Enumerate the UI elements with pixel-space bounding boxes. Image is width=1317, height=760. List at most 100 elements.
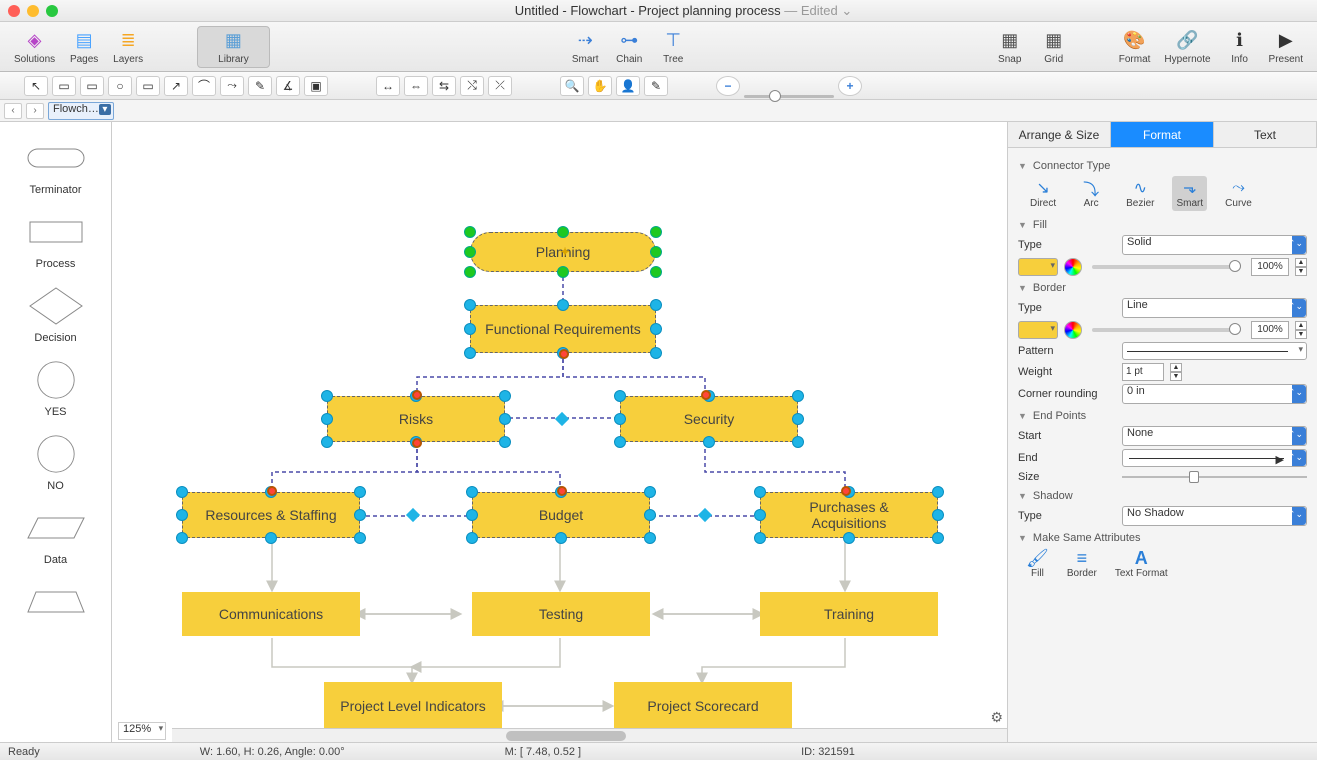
fill-opacity-stepper[interactable]: ▲▼ — [1295, 258, 1307, 276]
chain-button[interactable]: ⊶Chain — [608, 27, 650, 67]
tab-format[interactable]: Format — [1111, 122, 1214, 147]
fill-type-label: Type — [1018, 239, 1116, 251]
fill-header[interactable]: Fill — [1018, 219, 1307, 231]
arc-tool[interactable]: ⌒ — [192, 76, 216, 96]
fill-type-select[interactable]: Solid⌃⌄ — [1122, 235, 1307, 255]
canvas[interactable]: Planning ✦ Functional Requirements Risks… — [112, 122, 1007, 742]
present-button[interactable]: ▶Present — [1263, 27, 1309, 67]
border-type-select[interactable]: Line⌃⌄ — [1122, 298, 1307, 318]
shape-decision[interactable]: Decision — [0, 286, 111, 344]
zoom-select[interactable]: 125% — [118, 722, 166, 740]
same-text-format-button[interactable]: AText Format — [1115, 548, 1168, 579]
zoom-tool[interactable]: 🔍 — [560, 76, 584, 96]
close-icon[interactable] — [8, 5, 20, 17]
zoom-out-button[interactable]: − — [716, 76, 740, 96]
layers-button[interactable]: ≣Layers — [107, 27, 149, 67]
bezier-icon: ∿ — [1127, 178, 1153, 198]
node-training[interactable]: Training — [760, 592, 938, 636]
stamp-tool[interactable]: 👤 — [616, 76, 640, 96]
spline-tool[interactable]: ⤳ — [220, 76, 244, 96]
align-tool-5[interactable]: ⤫ — [488, 76, 512, 96]
fill-color-wheel-icon[interactable] — [1064, 258, 1082, 276]
border-color-swatch[interactable] — [1018, 321, 1058, 339]
snap-button[interactable]: ▦Snap — [989, 27, 1031, 67]
border-header[interactable]: Border — [1018, 282, 1307, 294]
align-tool-3[interactable]: ⇆ — [432, 76, 456, 96]
fill-opacity-slider[interactable] — [1092, 265, 1241, 269]
connector-bezier[interactable]: ∿Bezier — [1122, 176, 1158, 211]
pattern-select[interactable] — [1122, 342, 1307, 360]
pan-tool[interactable]: ✋ — [588, 76, 612, 96]
shape-terminator[interactable]: Terminator — [0, 138, 111, 196]
connector-arc[interactable]: ⤵Arc — [1074, 176, 1108, 211]
format-panel-button[interactable]: 🎨Format — [1113, 27, 1157, 67]
fill-color-swatch[interactable] — [1018, 258, 1058, 276]
shape-data[interactable]: Data — [0, 508, 111, 566]
connector-direct[interactable]: ↘Direct — [1026, 176, 1060, 211]
end-select[interactable]: ▶⌃⌄ — [1122, 449, 1307, 467]
node-testing[interactable]: Testing — [472, 592, 650, 636]
horizontal-scrollbar[interactable] — [172, 728, 1007, 742]
connector-type-header[interactable]: Connector Type — [1018, 160, 1307, 172]
marquee-tool[interactable]: ▭ — [52, 76, 76, 96]
eyedropper-tool[interactable]: ✎ — [644, 76, 668, 96]
shape-yes[interactable]: YES — [0, 360, 111, 418]
connector-smart[interactable]: ⬎Smart — [1172, 176, 1207, 211]
corner-rounding-select[interactable]: 0 in⌃⌄ — [1122, 384, 1307, 404]
measure-tool[interactable]: ∡ — [276, 76, 300, 96]
tab-text[interactable]: Text — [1214, 122, 1317, 147]
border-color-wheel-icon[interactable] — [1064, 321, 1082, 339]
shadow-type-select[interactable]: No Shadow⌃⌄ — [1122, 506, 1307, 526]
border-opacity-value[interactable]: 100% — [1251, 321, 1289, 339]
align-tool-2[interactable]: ⇔ — [404, 76, 428, 96]
minimize-icon[interactable] — [27, 5, 39, 17]
title-dropdown-icon[interactable]: ⌄ — [841, 3, 852, 18]
align-tool-4[interactable]: ⤭ — [460, 76, 484, 96]
node-communications[interactable]: Communications — [182, 592, 360, 636]
pages-button[interactable]: ▤Pages — [63, 27, 105, 67]
scrollbar-thumb[interactable] — [506, 731, 626, 741]
align-tool-1[interactable]: ↔ — [376, 76, 400, 96]
weight-input[interactable]: 1 pt — [1122, 363, 1164, 381]
tree-button[interactable]: ⊤Tree — [652, 27, 694, 67]
library-button[interactable]: ▦Library — [197, 26, 270, 68]
shadow-header[interactable]: Shadow — [1018, 490, 1307, 502]
shape-process[interactable]: Process — [0, 212, 111, 270]
pen-tool[interactable]: ✎ — [248, 76, 272, 96]
canvas-settings-icon[interactable]: ⚙ — [990, 709, 1003, 726]
start-select[interactable]: None⌃⌄ — [1122, 426, 1307, 446]
grid-button[interactable]: ▦Grid — [1033, 27, 1075, 67]
endpoints-header[interactable]: End Points — [1018, 410, 1307, 422]
size-slider[interactable] — [1122, 470, 1307, 484]
shape-trapezoid[interactable] — [0, 582, 111, 628]
info-button[interactable]: ℹInfo — [1219, 27, 1261, 67]
node-project-level-indicators[interactable]: Project Level Indicators — [324, 682, 502, 730]
text-tool[interactable]: ▭ — [136, 76, 160, 96]
rect-tool[interactable]: ▭ — [80, 76, 104, 96]
nav-forward-button[interactable]: › — [26, 103, 44, 119]
smart-connector-button[interactable]: ⇢Smart — [564, 27, 606, 67]
node-project-scorecard[interactable]: Project Scorecard — [614, 682, 792, 730]
maximize-icon[interactable] — [46, 5, 58, 17]
select-tool[interactable]: ↖ — [24, 76, 48, 96]
ellipse-tool[interactable]: ○ — [108, 76, 132, 96]
hypernote-button[interactable]: 🔗Hypernote — [1158, 27, 1216, 67]
line-tool[interactable]: ↗ — [164, 76, 188, 96]
fill-opacity-value[interactable]: 100% — [1251, 258, 1289, 276]
solutions-button[interactable]: ◈Solutions — [8, 27, 61, 67]
connector-curve[interactable]: ⤳Curve — [1221, 176, 1256, 211]
same-fill-button[interactable]: 🖌Fill — [1026, 548, 1049, 579]
tab-arrange-size[interactable]: Arrange & Size — [1008, 122, 1111, 147]
container-tool[interactable]: ▣ — [304, 76, 328, 96]
page-selector[interactable]: Flowch… — [48, 102, 114, 120]
same-attrs-header[interactable]: Make Same Attributes — [1018, 532, 1307, 544]
nav-back-button[interactable]: ‹ — [4, 103, 22, 119]
border-opacity-slider[interactable] — [1092, 328, 1241, 332]
weight-stepper[interactable]: ▲▼ — [1170, 363, 1182, 381]
zoom-in-button[interactable]: + — [838, 76, 862, 96]
node-functional-requirements[interactable]: Functional Requirements — [470, 305, 656, 353]
border-opacity-stepper[interactable]: ▲▼ — [1295, 321, 1307, 339]
zoom-control[interactable]: 125% — [118, 722, 166, 740]
shape-no[interactable]: NO — [0, 434, 111, 492]
same-border-button[interactable]: ≡Border — [1067, 548, 1097, 579]
